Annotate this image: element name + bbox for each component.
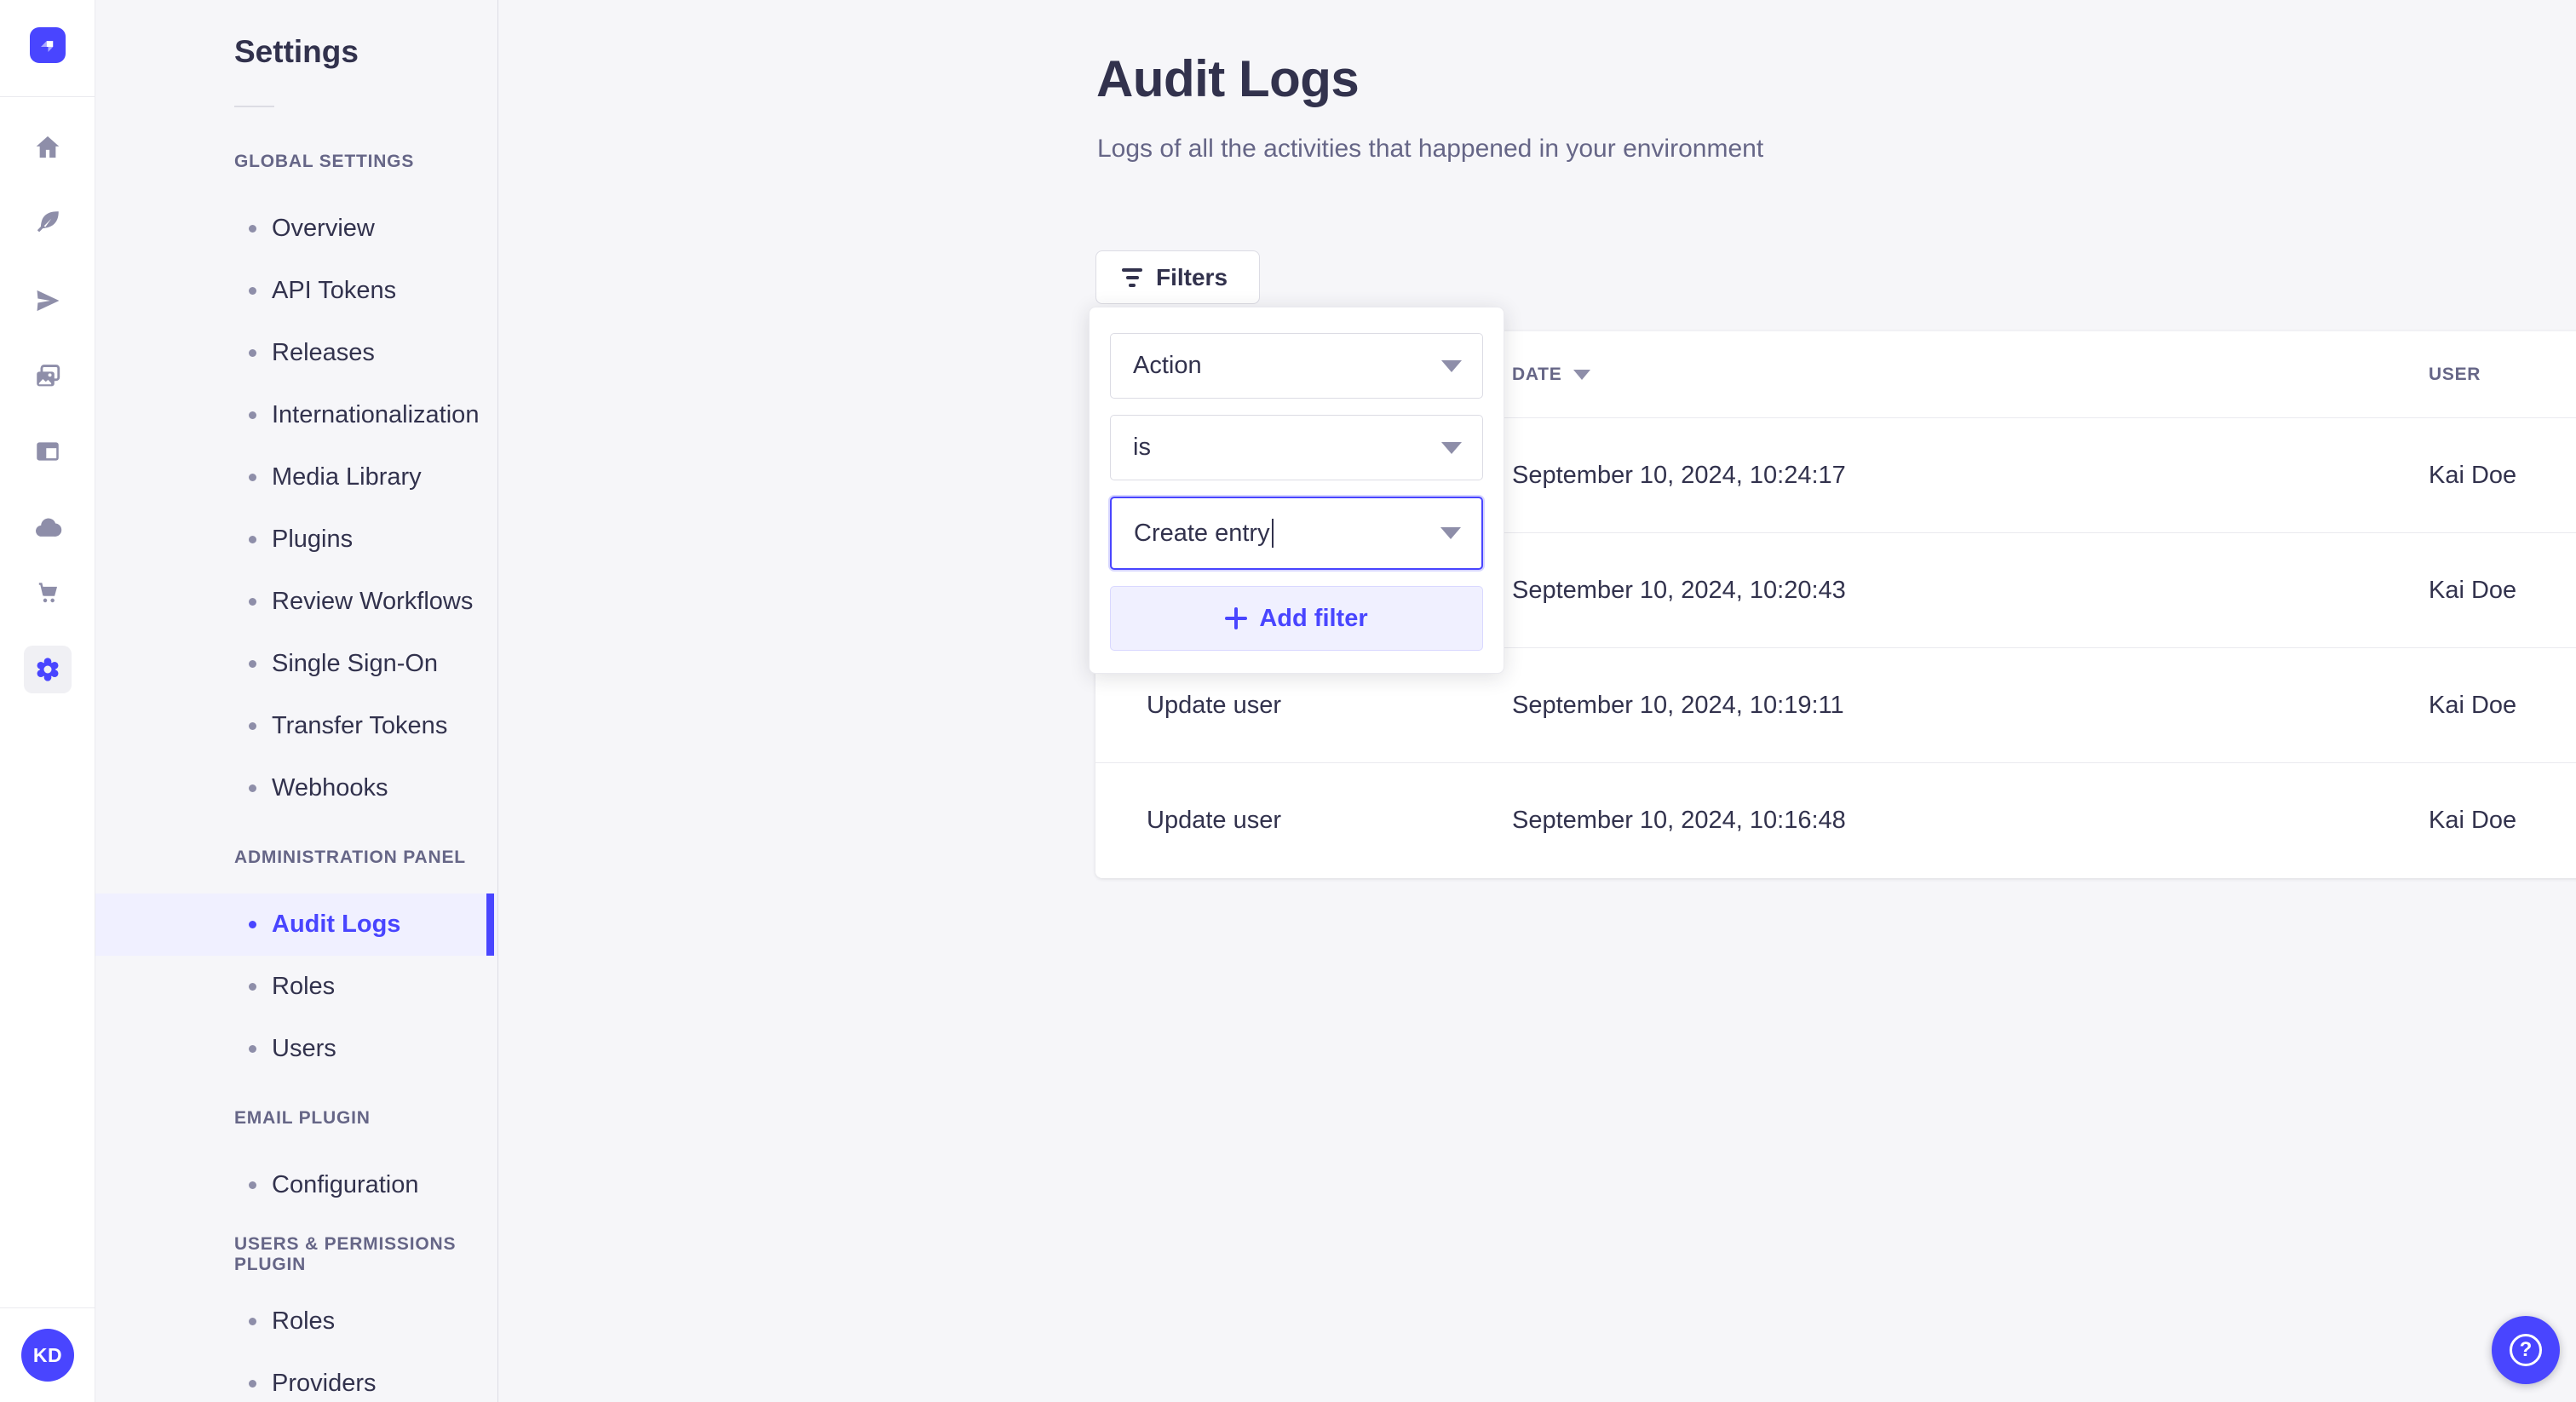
filter-popover: Action is Create entry Add filter <box>1089 307 1504 674</box>
divider <box>234 106 274 107</box>
settings-gear-icon <box>37 658 59 681</box>
sidebar-item-transfer-tokens[interactable]: Transfer Tokens <box>95 695 497 757</box>
page-subtitle: Logs of all the activities that happened… <box>1097 135 1764 163</box>
table-row[interactable]: Update user September 10, 2024, 10:16:48… <box>1095 763 2576 878</box>
sidebar-item-admin-users[interactable]: Users <box>95 1018 497 1080</box>
bullet <box>249 784 256 792</box>
media-library-icon[interactable] <box>32 361 63 392</box>
bullet <box>249 411 256 419</box>
sidebar-item-admin-roles[interactable]: Roles <box>95 956 497 1018</box>
text-cursor <box>1271 519 1274 548</box>
bullet <box>249 225 256 233</box>
sidebar-item-audit-logs[interactable]: Audit Logs <box>95 893 497 956</box>
sidebar-item-review-workflows[interactable]: Review Workflows <box>95 571 497 633</box>
help-button[interactable]: ? <box>2492 1316 2560 1384</box>
settings-sidebar: Settings GLOBAL SETTINGS Overview API To… <box>95 0 498 1402</box>
sidebar-item-up-roles[interactable]: Roles <box>95 1290 497 1353</box>
section-label-email-plugin: EMAIL PLUGIN <box>234 1108 371 1128</box>
filters-button[interactable]: Filters <box>1095 250 1260 304</box>
bullet <box>249 349 256 357</box>
app-icon-sidebar: KD <box>0 0 95 1402</box>
sidebar-item-overview[interactable]: Overview <box>95 198 497 260</box>
question-mark-icon: ? <box>2510 1334 2542 1366</box>
sidebar-title: Settings <box>234 34 359 69</box>
chevron-down-icon <box>1440 527 1461 539</box>
filter-field-select[interactable]: Action <box>1110 333 1483 399</box>
pen-icon[interactable] <box>32 207 63 238</box>
filter-value-combobox[interactable]: Create entry <box>1110 497 1483 570</box>
sidebar-item-up-providers[interactable]: Providers <box>95 1353 497 1402</box>
cart-icon[interactable] <box>32 578 63 609</box>
paper-plane-icon[interactable] <box>32 285 63 316</box>
add-filter-button[interactable]: Add filter <box>1110 586 1483 651</box>
settings-nav-tile[interactable] <box>24 646 72 693</box>
sidebar-item-plugins[interactable]: Plugins <box>95 509 497 571</box>
sidebar-item-webhooks[interactable]: Webhooks <box>95 757 497 819</box>
sort-descending-icon[interactable] <box>1573 370 1591 380</box>
bullet <box>249 983 256 991</box>
sidebar-item-api-tokens[interactable]: API Tokens <box>95 260 497 322</box>
cell-user: Kai Doe <box>2429 691 2517 719</box>
bullet <box>249 287 256 295</box>
main-content: Audit Logs Logs of all the activities th… <box>498 0 2576 1402</box>
cloud-icon[interactable] <box>32 513 63 543</box>
bullet <box>249 660 256 668</box>
column-header-date[interactable]: DATE <box>1512 331 1591 418</box>
bullet <box>249 921 256 928</box>
layout-icon[interactable] <box>32 436 63 467</box>
filter-icon <box>1122 267 1142 287</box>
page-title: Audit Logs <box>1096 50 1360 107</box>
divider <box>0 1307 95 1308</box>
cell-date: September 10, 2024, 10:20:43 <box>1512 576 1846 604</box>
bullet <box>249 474 256 481</box>
plus-icon <box>1225 607 1248 629</box>
divider <box>0 96 95 97</box>
cell-action: Update user <box>1147 807 1281 834</box>
sidebar-item-media-library[interactable]: Media Library <box>95 446 497 509</box>
sidebar-item-email-configuration[interactable]: Configuration <box>95 1154 497 1216</box>
filter-operator-select[interactable]: is <box>1110 415 1483 480</box>
bullet <box>249 1181 256 1189</box>
sidebar-item-releases[interactable]: Releases <box>95 322 497 384</box>
bullet <box>249 722 256 730</box>
column-header-user[interactable]: USER <box>2429 331 2481 418</box>
user-avatar[interactable]: KD <box>21 1329 74 1382</box>
strapi-logo[interactable] <box>30 27 66 63</box>
section-label-global-settings: GLOBAL SETTINGS <box>234 152 415 171</box>
bullet <box>249 1045 256 1053</box>
cell-user: Kai Doe <box>2429 576 2517 604</box>
chevron-down-icon <box>1441 359 1462 372</box>
bullet <box>249 1318 256 1325</box>
section-label-administration-panel: ADMINISTRATION PANEL <box>234 848 466 867</box>
chevron-down-icon <box>1441 441 1462 454</box>
sidebar-item-single-sign-on[interactable]: Single Sign-On <box>95 633 497 695</box>
cell-date: September 10, 2024, 10:24:17 <box>1512 461 1846 489</box>
cell-user: Kai Doe <box>2429 807 2517 834</box>
sidebar-item-internationalization[interactable]: Internationalization <box>95 384 497 446</box>
section-label-users-permissions-plugin: USERS & PERMISSIONS PLUGIN <box>234 1234 457 1274</box>
cell-user: Kai Doe <box>2429 461 2517 489</box>
bullet <box>249 536 256 543</box>
bullet <box>249 598 256 606</box>
active-indicator <box>486 893 494 956</box>
bullet <box>249 1380 256 1388</box>
cell-date: September 10, 2024, 10:19:11 <box>1512 691 1844 719</box>
home-icon[interactable] <box>32 132 63 163</box>
cell-date: September 10, 2024, 10:16:48 <box>1512 807 1846 834</box>
